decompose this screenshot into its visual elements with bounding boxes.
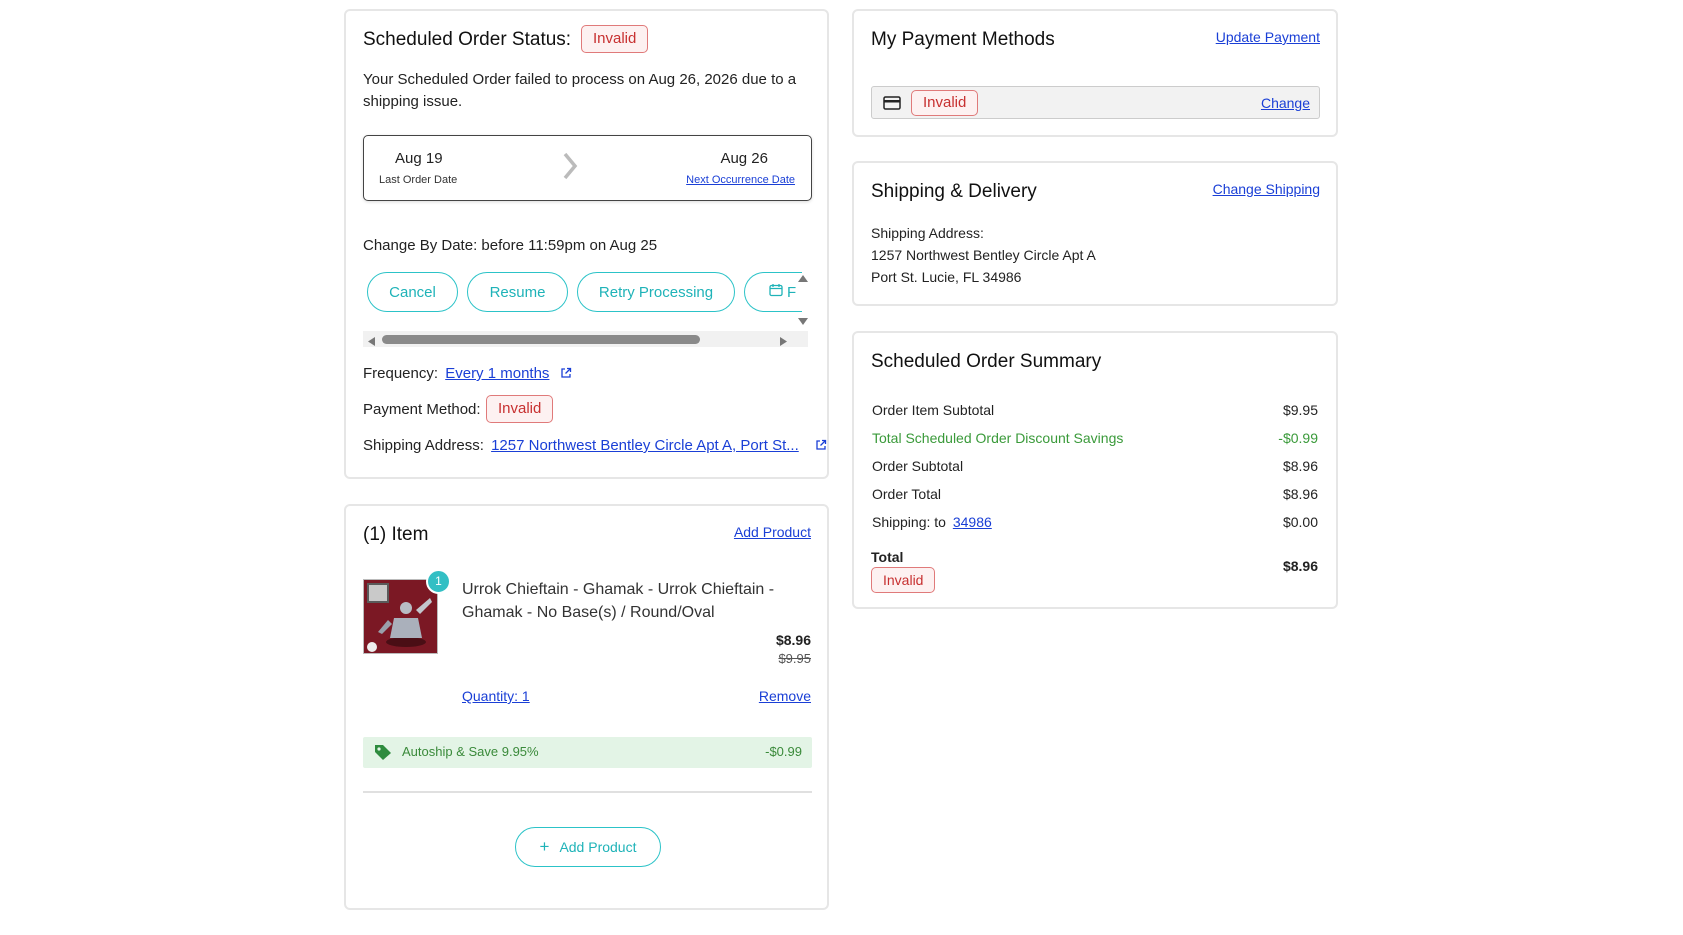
change-by-date: Change By Date: before 11:59pm on Aug 25: [363, 237, 658, 254]
tag-icon: [374, 744, 392, 766]
external-link-icon[interactable]: [815, 438, 827, 455]
plus-icon: +: [539, 837, 550, 856]
scroll-up-arrow[interactable]: [797, 270, 809, 288]
external-link-icon[interactable]: [560, 366, 572, 383]
product-image[interactable]: [363, 579, 438, 654]
summary-row-order-subtotal: Order Subtotal $8.96: [872, 458, 1318, 474]
divider: [363, 791, 812, 793]
shipping-address-line2: Port St. Lucie, FL 34986: [871, 269, 1022, 285]
summary-label: Total Scheduled Order Discount Savings: [872, 430, 1124, 446]
payment-method-row: Invalid Change: [871, 86, 1320, 119]
calendar-icon: [769, 283, 783, 301]
status-title: Scheduled Order Status:: [363, 29, 572, 50]
item-count-badge: 1: [426, 569, 451, 594]
frequency-row: Frequency: Every 1 months: [363, 365, 572, 383]
remove-link[interactable]: Remove: [759, 688, 811, 704]
order-summary-card: Scheduled Order Summary Order Item Subto…: [852, 331, 1338, 609]
calendar-action-label: F: [787, 283, 797, 301]
quantity-link[interactable]: Quantity: 1: [462, 688, 530, 704]
shipping-address-line1: 1257 Northwest Bentley Circle Apt A: [871, 247, 1096, 263]
change-shipping-link[interactable]: Change Shipping: [1213, 181, 1320, 197]
summary-value: $8.96: [1282, 486, 1318, 502]
shipping-address-link[interactable]: 1257 Northwest Bentley Circle Apt A, Por…: [491, 437, 799, 454]
product-price: $8.96: [775, 632, 811, 648]
next-occurrence-date: Aug 26: [720, 150, 768, 167]
scroll-left-arrow[interactable]: [367, 334, 376, 352]
summary-value: $9.95: [1282, 402, 1318, 418]
scrollbar-thumb[interactable]: [382, 335, 700, 344]
frequency-link[interactable]: Every 1 months: [445, 365, 549, 382]
summary-label: Order Item Subtotal: [872, 402, 995, 418]
summary-label: Order Subtotal: [872, 458, 964, 474]
update-payment-link[interactable]: Update Payment: [1216, 29, 1320, 45]
next-occurrence-link[interactable]: Next Occurrence Date: [686, 174, 795, 186]
scroll-right-arrow[interactable]: [779, 334, 788, 352]
summary-label: Order Total: [872, 486, 941, 502]
change-payment-link[interactable]: Change: [1261, 95, 1310, 111]
product-name: Urrok Chieftain - Ghamak - Urrok Chiefta…: [462, 581, 775, 621]
shipping-address-label: Shipping Address:: [363, 437, 484, 454]
summary-value: -$0.99: [1278, 430, 1318, 446]
summary-value: $8.96: [1282, 458, 1318, 474]
add-product-button[interactable]: + Add Product: [515, 827, 661, 867]
order-status-card: Scheduled Order Status: Invalid Your Sch…: [344, 9, 829, 479]
payment-method-badge: Invalid: [486, 395, 554, 423]
summary-row-order-total: Order Total $8.96: [872, 486, 1318, 502]
autoship-discount-label: Autoship & Save 9.95%: [402, 744, 539, 759]
date-range-box: Aug 19 Last Order Date Aug 26 Next Occur…: [363, 135, 812, 201]
horizontal-scrollbar[interactable]: [363, 331, 808, 347]
shipping-zip-link[interactable]: 34986: [953, 514, 992, 530]
status-message: Your Scheduled Order failed to process o…: [363, 71, 797, 110]
summary-shipping-label: Shipping: to: [872, 514, 946, 530]
payment-invalid-badge: Invalid: [911, 90, 979, 116]
shipping-delivery-title: Shipping & Delivery: [871, 181, 1037, 202]
summary-total-label: Total: [871, 549, 904, 565]
summary-title: Scheduled Order Summary: [871, 351, 1102, 372]
scroll-down-arrow[interactable]: [797, 314, 809, 332]
shipping-address-row: Shipping Address: 1257 Northwest Bentley…: [363, 437, 827, 455]
retry-processing-button[interactable]: Retry Processing: [577, 272, 735, 312]
last-order-date: Aug 19: [395, 150, 443, 167]
calendar-action-button[interactable]: F: [744, 272, 802, 312]
chevron-right-icon: [560, 150, 580, 187]
last-order-label: Last Order Date: [379, 174, 458, 186]
resume-button[interactable]: Resume: [467, 272, 568, 312]
credit-card-icon: [883, 96, 901, 115]
shipping-delivery-card: Shipping & Delivery Change Shipping Ship…: [852, 161, 1338, 306]
items-card: (1) Item Add Product 1 Urrok Chieftain -…: [344, 504, 829, 910]
payment-methods-card: My Payment Methods Update Payment Invali…: [852, 9, 1338, 137]
add-product-link[interactable]: Add Product: [734, 524, 811, 540]
summary-row-shipping: Shipping: to 34986 $0.00: [872, 514, 1318, 530]
summary-row-item-subtotal: Order Item Subtotal $9.95: [872, 402, 1318, 418]
summary-total-badge: Invalid: [871, 567, 936, 593]
shipping-address-label: Shipping Address:: [871, 225, 984, 241]
items-title: (1) Item: [363, 524, 429, 545]
payment-method-label: Payment Method:: [363, 401, 481, 418]
payment-methods-title: My Payment Methods: [871, 29, 1055, 50]
summary-total-value: $8.96: [1282, 558, 1318, 574]
product-original-price: $9.95: [778, 651, 811, 666]
autoship-discount-row: Autoship & Save 9.95% -$0.99: [363, 737, 812, 768]
status-badge: Invalid: [581, 25, 649, 53]
add-product-button-label: Add Product: [559, 839, 637, 855]
autoship-discount-value: -$0.99: [765, 744, 802, 759]
summary-shipping-value: $0.00: [1282, 514, 1318, 530]
frequency-label: Frequency:: [363, 365, 439, 382]
cancel-button[interactable]: Cancel: [367, 272, 458, 312]
summary-row-discount: Total Scheduled Order Discount Savings -…: [872, 430, 1318, 446]
